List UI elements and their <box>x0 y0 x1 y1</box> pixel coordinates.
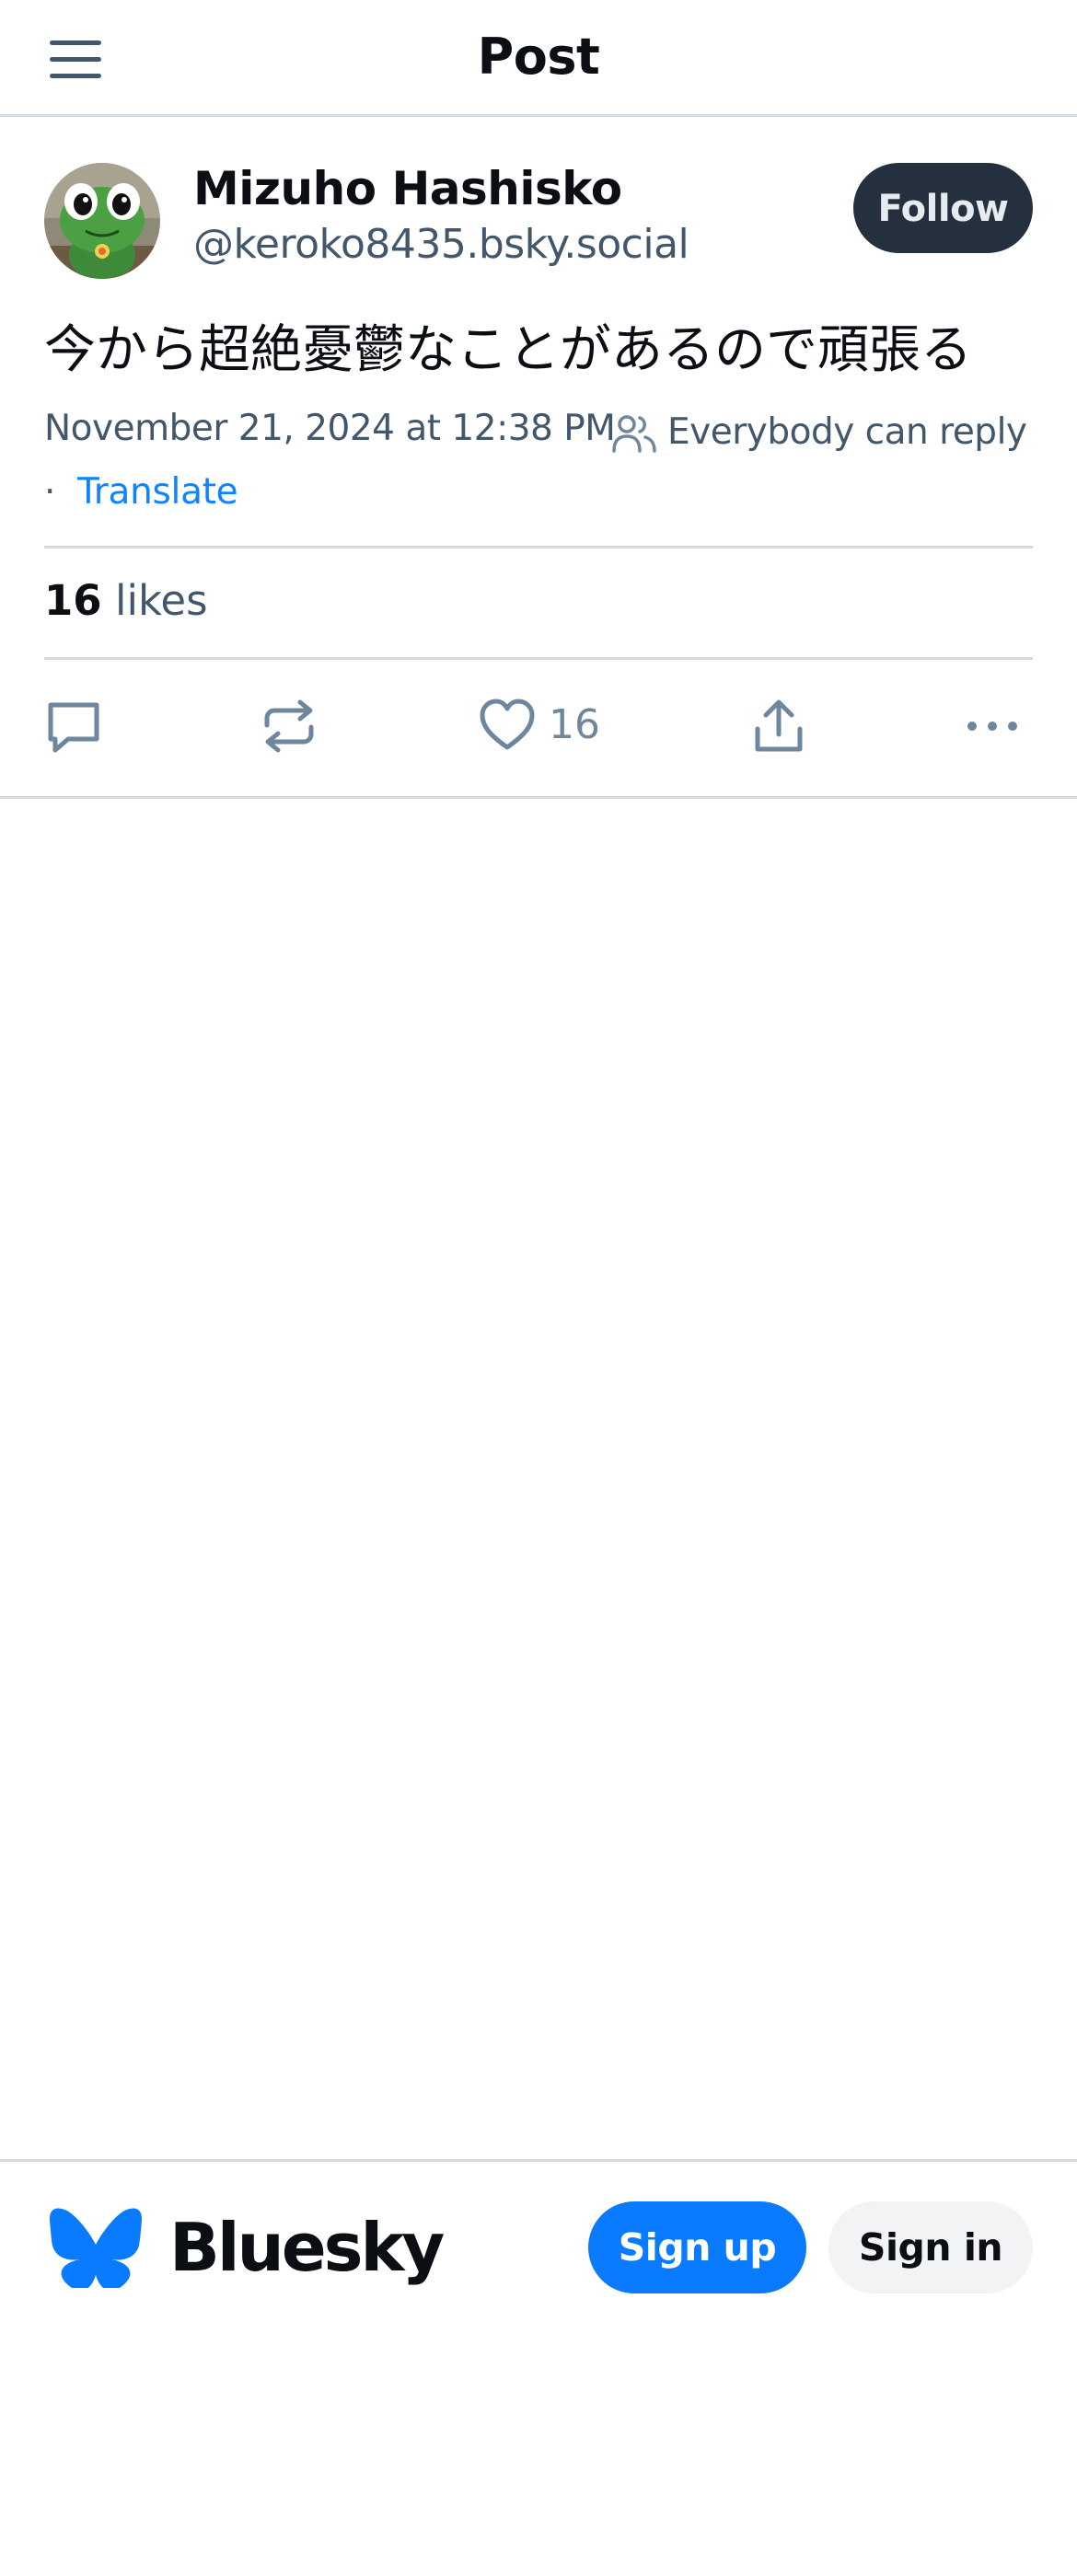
meta-separator: · <box>44 471 56 513</box>
people-icon <box>612 415 656 453</box>
divider <box>44 546 1033 549</box>
sign-up-button[interactable]: Sign up <box>588 2201 806 2293</box>
likes-count: 16 <box>44 576 102 625</box>
post-bottom-divider <box>0 796 1077 799</box>
post-text: 今から超絶憂鬱なことがあるので頑張る <box>44 320 972 380</box>
page-title: Post <box>477 28 600 86</box>
sign-in-button[interactable]: Sign in <box>828 2201 1033 2293</box>
author-handle[interactable]: @keroko8435.bsky.social <box>193 221 689 268</box>
more-options-button[interactable] <box>965 713 1020 739</box>
like-count: 16 <box>549 701 600 748</box>
share-icon <box>755 699 803 752</box>
likes-label: likes <box>114 576 208 625</box>
reply-setting[interactable]: Everybody can reply <box>667 411 1027 453</box>
footer-divider <box>0 2159 1077 2162</box>
likes-count-row[interactable]: 16 likes <box>44 576 208 625</box>
share-button[interactable] <box>753 698 805 755</box>
translate-link[interactable]: Translate <box>77 471 238 513</box>
ellipsis-icon <box>967 722 1017 731</box>
follow-button[interactable]: Follow <box>853 163 1033 253</box>
avatar[interactable] <box>44 163 160 279</box>
green-frog-toy-avatar <box>44 163 160 279</box>
heart-icon <box>480 699 535 750</box>
author-display-name[interactable]: Mizuho Hashisko <box>193 162 622 215</box>
bluesky-wordmark: Bluesky <box>169 2209 445 2286</box>
reply-button[interactable] <box>44 699 103 757</box>
post-timestamp[interactable]: November 21, 2024 at 12:38 PM <box>44 408 616 449</box>
repost-icon <box>264 699 314 753</box>
butterfly-logo-icon[interactable] <box>50 2207 142 2292</box>
top-bar: Post <box>0 0 1077 117</box>
like-button[interactable] <box>479 698 536 753</box>
comment-icon <box>48 702 99 753</box>
repost-button[interactable] <box>261 698 317 755</box>
divider <box>44 657 1033 660</box>
